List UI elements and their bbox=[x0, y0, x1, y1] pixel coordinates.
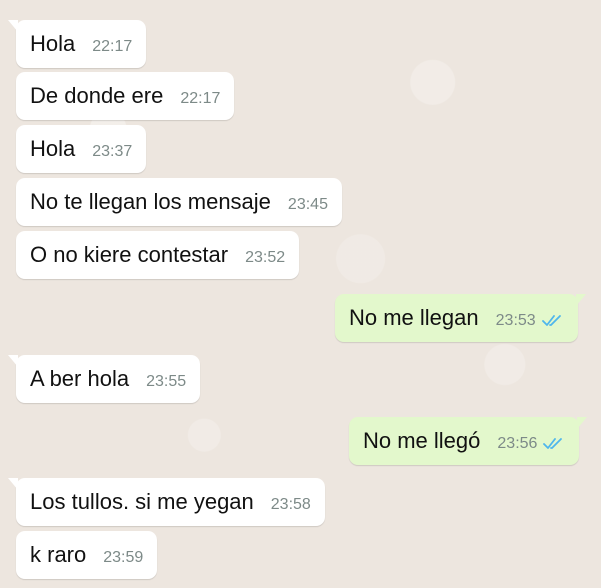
bubble-tail bbox=[8, 20, 18, 32]
message-text: De donde ere bbox=[30, 83, 164, 108]
message-incoming[interactable]: Los tullos. si me yegan 23:58 bbox=[8, 478, 325, 526]
message-incoming[interactable]: A ber hola 23:55 bbox=[8, 355, 201, 403]
message-text: No me llegó bbox=[363, 428, 481, 453]
bubble-tail bbox=[8, 478, 18, 490]
message-incoming[interactable]: O no kiere contestar 23:52 bbox=[16, 231, 300, 279]
message-text: Hola bbox=[30, 31, 76, 56]
message-time: 22:17 bbox=[92, 38, 133, 55]
message-outgoing[interactable]: No me llegan 23:53 bbox=[335, 294, 586, 342]
message-time: 23:55 bbox=[146, 373, 187, 390]
double-check-icon bbox=[541, 314, 564, 328]
message-text: k raro bbox=[30, 542, 87, 567]
message-time: 23:56 bbox=[497, 435, 538, 452]
message-time: 23:45 bbox=[287, 196, 328, 213]
message-time: 23:59 bbox=[103, 549, 144, 566]
message-time: 23:37 bbox=[92, 143, 133, 160]
message-text: A ber hola bbox=[30, 366, 130, 391]
bubble-tail bbox=[577, 417, 588, 429]
message-text: No te llegan los mensaje bbox=[30, 189, 271, 214]
message-text: O no kiere contestar bbox=[30, 242, 229, 267]
bubble-tail bbox=[575, 294, 586, 306]
message-incoming[interactable]: Hola 22:17 bbox=[8, 20, 147, 68]
message-incoming[interactable]: De donde ere 22:17 bbox=[16, 72, 235, 120]
message-text: Hola bbox=[30, 136, 76, 161]
message-outgoing[interactable]: No me llegó 23:56 bbox=[349, 417, 588, 465]
message-incoming[interactable]: No te llegan los mensaje 23:45 bbox=[16, 178, 342, 226]
message-time: 22:17 bbox=[180, 90, 221, 107]
bubble-tail bbox=[8, 355, 18, 367]
message-time: 23:58 bbox=[270, 496, 311, 513]
chat-area: Hola 22:17 De donde ere 22:17 Hola 23:37… bbox=[0, 0, 601, 588]
message-incoming[interactable]: k raro 23:59 bbox=[16, 531, 158, 579]
message-time: 23:53 bbox=[495, 312, 536, 329]
message-text: No me llegan bbox=[349, 305, 479, 330]
message-time: 23:52 bbox=[245, 249, 286, 266]
double-check-icon bbox=[543, 437, 565, 451]
message-incoming[interactable]: Hola 23:37 bbox=[16, 125, 147, 173]
message-text: Los tullos. si me yegan bbox=[30, 489, 254, 514]
